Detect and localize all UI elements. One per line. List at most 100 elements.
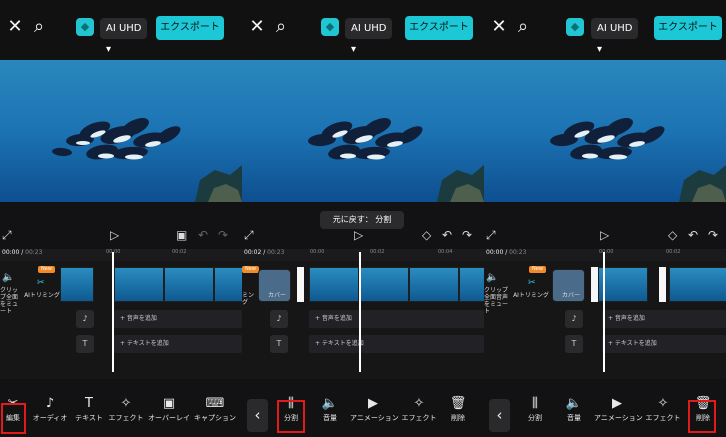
playhead[interactable]	[603, 252, 605, 372]
close-icon[interactable]: ✕	[488, 16, 510, 38]
undo-icon[interactable]: ↶	[688, 228, 698, 242]
undo-icon[interactable]: ↶	[198, 228, 208, 242]
clip-handle-right[interactable]	[659, 267, 666, 302]
tool-text[interactable]: T テキスト	[72, 395, 106, 433]
clip-handle-left[interactable]	[591, 267, 598, 302]
tool-label: テキスト	[75, 414, 103, 422]
video-clip[interactable]	[214, 267, 242, 302]
new-badge: New	[38, 266, 55, 273]
quality-dropdown[interactable]: AI UHD ▾	[100, 18, 147, 55]
playhead[interactable]	[112, 252, 114, 372]
tool-overlay[interactable]: ▣ オーバーレイ	[146, 395, 192, 433]
add-text-lane[interactable]: + テキストを追加	[114, 335, 242, 353]
search-icon[interactable]: ⌕	[270, 16, 292, 38]
tool-effects[interactable]: ✧ エフェクト	[644, 395, 682, 433]
video-clip[interactable]	[114, 267, 164, 302]
export-button[interactable]: エクスポート	[156, 16, 224, 40]
playback-controls: ⤢ ▷ ▣ ↶ ↷	[0, 220, 242, 250]
redo-icon[interactable]: ↷	[708, 228, 718, 242]
back-button[interactable]: ‹	[247, 399, 268, 432]
quality-dropdown[interactable]: AI UHD ▾	[591, 18, 638, 55]
cover-label: カバー	[268, 292, 287, 299]
mute-clip-label: クリップ全面音声をミュート	[484, 287, 509, 315]
play-icon[interactable]: ▷	[110, 228, 119, 242]
diamond-icon[interactable]: ◆	[566, 18, 584, 36]
tool-delete[interactable]: 🗑 削除	[446, 395, 470, 433]
video-clip[interactable]	[359, 267, 409, 302]
export-button[interactable]: エクスポート	[654, 16, 722, 40]
video-clip[interactable]	[309, 267, 359, 302]
highlight-box	[688, 400, 716, 433]
tool-animation[interactable]: ▶ アニメーション	[594, 395, 643, 433]
ai-trim-icon[interactable]: ✂	[528, 276, 536, 290]
play-icon[interactable]: ▷	[600, 228, 609, 242]
fullscreen-icon[interactable]: ⤢	[2, 228, 12, 242]
tool-captions[interactable]: ⌨ キャプション	[192, 395, 238, 433]
close-icon[interactable]: ✕	[246, 16, 268, 38]
video-clip[interactable]	[459, 267, 484, 302]
video-clip[interactable]	[60, 267, 94, 302]
tool-split[interactable]: ⫼ 分割	[522, 395, 548, 433]
keyframe-icon[interactable]: ▣	[176, 228, 187, 242]
play-icon[interactable]: ▷	[354, 228, 363, 242]
clip-track[interactable]	[591, 267, 726, 302]
trash-icon: 🗑	[449, 396, 467, 411]
tool-audio[interactable]: ♪ オーディオ	[32, 395, 68, 433]
video-clip[interactable]	[164, 267, 214, 302]
redo-icon[interactable]: ↷	[218, 228, 228, 242]
tool-volume[interactable]: 🔈 音量	[316, 395, 344, 433]
video-clip[interactable]	[409, 267, 459, 302]
cover-thumbnail[interactable]: カバー	[552, 269, 585, 302]
ai-trim-icon[interactable]: ✂	[37, 276, 45, 290]
search-icon[interactable]: ⌕	[28, 16, 50, 38]
tool-label: アニメーション	[594, 414, 643, 422]
text-icon[interactable]: T	[76, 335, 94, 353]
text-icon[interactable]: T	[565, 335, 583, 353]
mute-icon[interactable]: 🔈	[486, 271, 498, 285]
video-clip[interactable]	[598, 267, 648, 302]
playback-controls: ⤢ ▷ ◇ ↶ ↷	[242, 220, 484, 250]
music-icon[interactable]: ♪	[270, 310, 288, 328]
redo-icon[interactable]: ↷	[462, 228, 472, 242]
tool-animation[interactable]: ▶ アニメーション	[350, 395, 399, 433]
video-clip[interactable]	[669, 267, 726, 302]
diamond-icon[interactable]: ◆	[76, 18, 94, 36]
keyframe-icon[interactable]: ◇	[422, 228, 431, 242]
sparkle-icon: ✧	[120, 396, 132, 411]
clip-track[interactable]	[60, 267, 242, 302]
text-icon[interactable]: T	[270, 335, 288, 353]
tool-effects[interactable]: ✧ エフェクト	[400, 395, 438, 433]
add-audio-lane[interactable]: + 音声を追加	[602, 310, 726, 328]
mute-icon[interactable]: 🔈	[2, 271, 14, 285]
top-toolbar: ✕ ⌕ ◆ AI UHD ▾ エクスポート	[242, 0, 484, 58]
keyframe-icon[interactable]: ◇	[668, 228, 677, 242]
add-text-lane[interactable]: + テキストを追加	[602, 335, 726, 353]
current-time: 00:02	[244, 249, 262, 256]
export-button[interactable]: エクスポート	[405, 16, 473, 40]
undo-icon[interactable]: ↶	[442, 228, 452, 242]
clip-track[interactable]	[297, 267, 484, 302]
cover-thumbnail[interactable]: カバー	[258, 269, 291, 302]
playhead[interactable]	[359, 252, 361, 372]
fullscreen-icon[interactable]: ⤢	[486, 228, 496, 242]
tool-volume[interactable]: 🔈 音量	[560, 395, 588, 433]
ruler-tick: 00:00	[310, 249, 325, 255]
bottom-toolbar: ✂ 編集 ♪ オーディオ T テキスト ✧ エフェクト ▣ オーバーレイ ⌨ キャプション	[0, 393, 242, 437]
animation-icon: ▶	[368, 396, 378, 411]
search-icon[interactable]: ⌕	[512, 16, 534, 38]
add-audio-lane[interactable]: + 音声を追加	[114, 310, 242, 328]
fullscreen-icon[interactable]: ⤢	[244, 228, 254, 242]
back-button[interactable]: ‹	[489, 399, 510, 432]
tool-label: エフェクト	[645, 414, 681, 422]
quality-dropdown[interactable]: AI UHD ▾	[345, 18, 392, 55]
music-icon[interactable]: ♪	[565, 310, 583, 328]
close-icon[interactable]: ✕	[4, 16, 26, 38]
tool-effects[interactable]: ✧ エフェクト	[108, 395, 144, 433]
add-text-lane[interactable]: + テキストを追加	[309, 335, 484, 353]
clip-handle-left[interactable]	[297, 267, 304, 302]
music-icon[interactable]: ♪	[76, 310, 94, 328]
time-ruler: 00:00 / 00:23 00:00 00:02	[484, 249, 726, 261]
diamond-icon[interactable]: ◆	[321, 18, 339, 36]
add-audio-lane[interactable]: + 音声を追加	[309, 310, 484, 328]
timecode: 00:00 / 00:23	[2, 249, 43, 256]
